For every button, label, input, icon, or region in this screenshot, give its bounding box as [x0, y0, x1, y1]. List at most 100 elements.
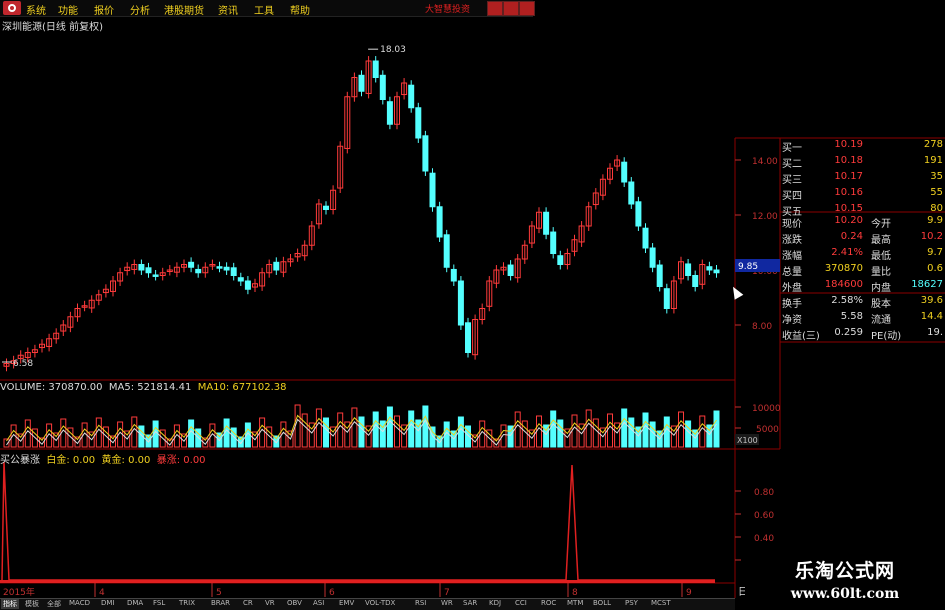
x-axis-month: 4	[99, 588, 105, 598]
indicator-item-baijin: 白金: 0.00	[46, 455, 96, 466]
x-axis-month: 8	[572, 588, 578, 598]
indicator-tab[interactable]: WR	[439, 599, 455, 607]
volume-bar	[457, 416, 464, 448]
volume-bar	[521, 420, 528, 448]
quote-row: 买四 10.16 55	[779, 187, 945, 203]
candle	[386, 101, 393, 125]
indicator-tick-label: 0.60	[754, 511, 774, 521]
indicator-tab[interactable]: KDJ	[487, 599, 503, 607]
quote-value: 0.259	[834, 327, 863, 338]
watermark: 乐淘公式网 www.60lt.com	[745, 552, 945, 609]
quote-label: 换手	[782, 299, 802, 310]
quote-label2: 股本	[871, 299, 891, 310]
quote-value2: 0.6	[927, 263, 943, 274]
volume-bar	[536, 415, 542, 448]
volume-unit: X100	[737, 436, 758, 445]
candle	[415, 107, 422, 139]
quote-value2: 278	[923, 139, 943, 150]
quote-label2: 今开	[871, 219, 891, 230]
candle	[408, 84, 415, 109]
quote-row: 收益(三) 0.259 PE(动) 19.	[779, 327, 945, 343]
indicator-tab[interactable]: MTM	[565, 599, 585, 607]
quote-row: 现价 10.20 今开 9.9	[779, 215, 945, 231]
quote-value: 5.58	[840, 311, 863, 322]
indicator-tab[interactable]: EMV	[337, 599, 356, 607]
volume-bar	[713, 410, 720, 448]
candle	[557, 255, 564, 265]
volume-bar	[699, 415, 706, 448]
quote-value: 2.41%	[831, 247, 863, 258]
volume-bar	[386, 406, 393, 448]
indicator-tab[interactable]: TRIX	[177, 599, 197, 607]
candle	[656, 264, 663, 287]
volume-bar	[301, 413, 308, 448]
quote-value: 370870	[824, 263, 863, 274]
volume-tick-label: 5000	[756, 425, 779, 435]
volume-bar	[372, 411, 379, 448]
volume-bar	[358, 416, 365, 448]
quote-value: 10.19	[834, 139, 863, 150]
volume-ma10: MA10: 677102.38	[197, 382, 287, 393]
indicator-tab[interactable]: CCI	[513, 599, 529, 607]
volume-bar	[294, 404, 301, 448]
quote-value2: 19.	[927, 327, 943, 338]
indicator-tab[interactable]: 全部	[45, 599, 63, 609]
indicator-tab[interactable]: DMI	[99, 599, 117, 607]
indicator-tab[interactable]: RSI	[413, 599, 428, 607]
volume-bar	[550, 410, 557, 448]
volume-legend: VOLUME: 370870.00 MA5: 521814.41 MA10: 6…	[0, 382, 287, 393]
quote-label: 现价	[782, 219, 802, 230]
indicator-tab[interactable]: BOLL	[591, 599, 613, 607]
indicator-tab[interactable]: CR	[241, 599, 255, 607]
candle	[550, 231, 557, 255]
candle	[685, 263, 692, 277]
quote-value2: 14.4	[920, 311, 943, 322]
quote-value2: 55	[930, 187, 943, 198]
indicator-tab[interactable]: SAR	[461, 599, 479, 607]
x-axis-month: 6	[329, 588, 335, 598]
last-price-tag: 9.85	[738, 262, 758, 272]
volume-bar	[337, 412, 344, 448]
quote-label: 涨跌	[782, 235, 802, 246]
volume-bar	[621, 408, 628, 448]
indicator-tab[interactable]: FSL	[151, 599, 167, 607]
indicator-tab[interactable]: DMA	[125, 599, 145, 607]
volume-tick-label: 10000	[752, 404, 781, 414]
quote-label: 买一	[782, 143, 802, 154]
candle	[422, 135, 429, 172]
candle	[152, 274, 159, 277]
x-axis-year: 2015年	[3, 586, 35, 598]
indicator-tab[interactable]: MACD	[67, 599, 92, 607]
price-tick-label: 12.00	[752, 212, 778, 222]
candle	[507, 264, 514, 276]
indicator-tab[interactable]: 模板	[23, 599, 41, 609]
volume-bar	[408, 410, 415, 448]
volume-bar	[514, 411, 521, 448]
quote-label: 净资	[782, 315, 802, 326]
quote-label: 总量	[782, 267, 802, 278]
candle	[223, 266, 230, 271]
price-tick-label: 14.00	[752, 157, 778, 167]
quote-row: 换手 2.58% 股本 39.6	[779, 295, 945, 311]
candle	[372, 60, 379, 78]
volume-bar	[571, 414, 578, 448]
indicator-tab[interactable]: ASI	[311, 599, 326, 607]
quote-label: 买四	[782, 191, 802, 202]
indicator-tab[interactable]: VOL-TDX	[363, 599, 397, 607]
candle	[443, 234, 450, 268]
indicator-tab[interactable]: BRAR	[209, 599, 232, 607]
indicator-tab[interactable]: MCST	[649, 599, 673, 607]
quote-row: 总量 370870 量比 0.6	[779, 263, 945, 279]
candle	[429, 172, 436, 208]
indicator-name: 买公暴涨	[0, 455, 40, 466]
candle	[145, 267, 152, 274]
indicator-tab[interactable]: VR	[263, 599, 277, 607]
indicator-tab[interactable]: OBV	[285, 599, 304, 607]
indicator-tab[interactable]: 指标	[1, 599, 19, 609]
quote-value2: 80	[930, 203, 943, 214]
volume-bar	[557, 419, 564, 448]
indicator-tab[interactable]: ROC	[539, 599, 558, 607]
quote-value: 10.15	[834, 203, 863, 214]
indicator-tab[interactable]: PSY	[623, 599, 640, 607]
quote-value2: 35	[930, 171, 943, 182]
